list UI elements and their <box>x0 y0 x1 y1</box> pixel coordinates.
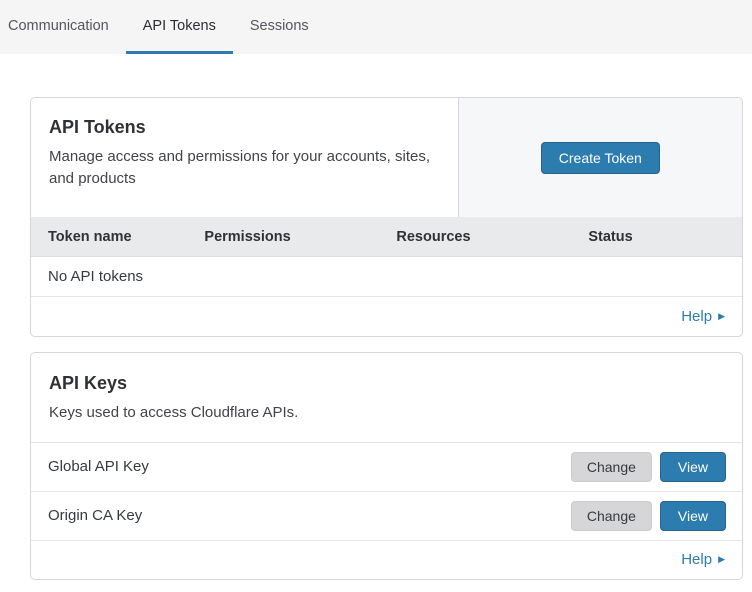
tab-api-tokens[interactable]: API Tokens <box>126 0 233 54</box>
origin-ca-key-change-button[interactable]: Change <box>571 501 652 531</box>
api-tokens-help-link[interactable]: Help ▶ <box>681 308 725 325</box>
api-keys-description: Keys used to access Cloudflare APIs. <box>49 402 724 424</box>
help-arrow-icon: ▶ <box>718 312 725 321</box>
help-link-label: Help <box>681 551 712 568</box>
api-keys-card: API Keys Keys used to access Cloudflare … <box>30 352 743 580</box>
token-table-empty-row: No API tokens <box>31 257 742 297</box>
tab-sessions[interactable]: Sessions <box>233 0 326 54</box>
create-token-button[interactable]: Create Token <box>541 142 660 174</box>
api-keys-card-header: API Keys Keys used to access Cloudflare … <box>31 353 742 442</box>
api-tokens-description: Manage access and permissions for your a… <box>49 146 440 190</box>
column-header-status: Status <box>571 229 742 245</box>
origin-ca-key-view-button[interactable]: View <box>660 501 726 531</box>
api-tokens-card: API Tokens Manage access and permissions… <box>30 97 743 337</box>
settings-tab-bar: Communication API Tokens Sessions <box>0 0 752 54</box>
api-keys-title: API Keys <box>49 373 724 394</box>
column-header-token-name: Token name <box>31 229 187 245</box>
key-row-origin-ca-key: Origin CA Key Change View <box>31 491 742 540</box>
key-row-global-api-key: Global API Key Change View <box>31 442 742 491</box>
api-tokens-card-header: API Tokens Manage access and permissions… <box>31 98 742 217</box>
key-label: Global API Key <box>48 458 571 475</box>
global-api-key-change-button[interactable]: Change <box>571 452 652 482</box>
key-actions: Change View <box>571 452 726 482</box>
key-actions: Change View <box>571 501 726 531</box>
help-link-label: Help <box>681 308 712 325</box>
api-keys-help-link[interactable]: Help ▶ <box>681 551 725 568</box>
api-tokens-header-text: API Tokens Manage access and permissions… <box>31 98 458 217</box>
token-table-header: Token name Permissions Resources Status <box>31 217 742 257</box>
api-tokens-card-footer: Help ▶ <box>31 297 742 336</box>
api-tokens-header-action: Create Token <box>458 98 742 217</box>
key-label: Origin CA Key <box>48 507 571 524</box>
global-api-key-view-button[interactable]: View <box>660 452 726 482</box>
api-tokens-title: API Tokens <box>49 117 440 138</box>
api-keys-card-footer: Help ▶ <box>31 540 742 579</box>
column-header-resources: Resources <box>379 229 571 245</box>
empty-state-message: No API tokens <box>48 268 143 285</box>
tab-communication[interactable]: Communication <box>0 0 126 54</box>
help-arrow-icon: ▶ <box>718 555 725 564</box>
main-content: API Tokens Manage access and permissions… <box>0 54 752 580</box>
column-header-permissions: Permissions <box>187 229 379 245</box>
